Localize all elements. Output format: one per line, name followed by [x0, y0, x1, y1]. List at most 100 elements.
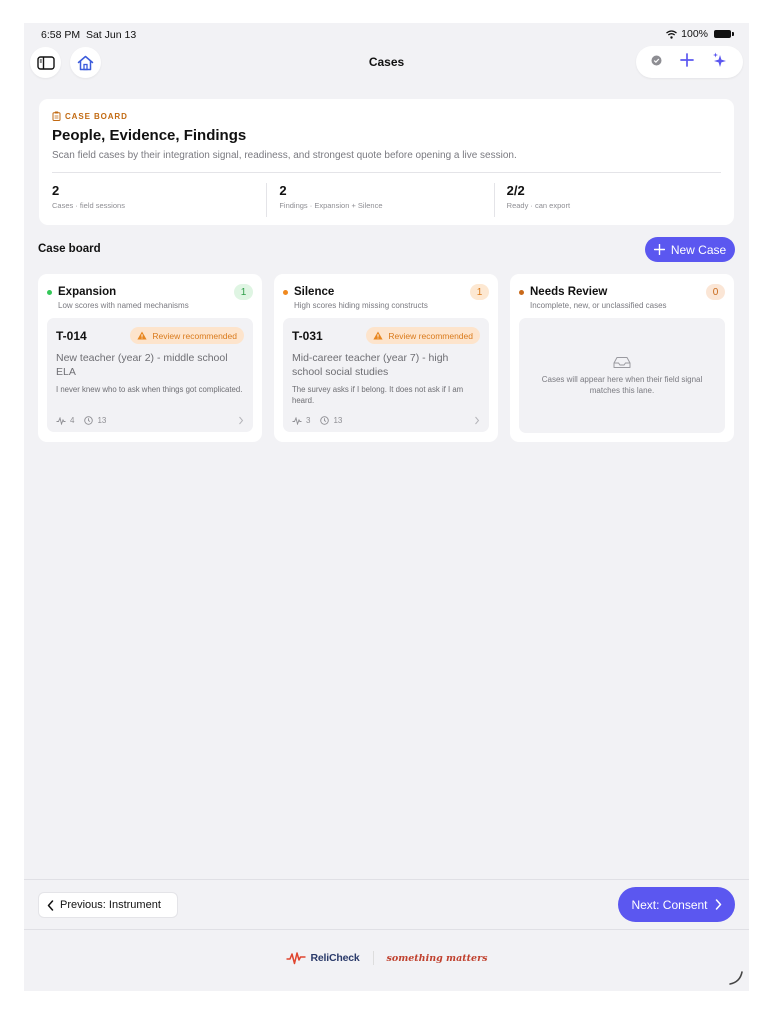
case-card[interactable]: T-014 Review recommended New teacher (ye…: [47, 318, 253, 432]
case-board-summary-card: CASE BOARD People, Evidence, Findings Sc…: [39, 99, 734, 225]
resize-handle-icon[interactable]: [728, 970, 744, 986]
previous-label: Previous: Instrument: [60, 899, 161, 911]
lane-subtitle: Low scores with named mechanisms: [58, 301, 189, 310]
review-badge: Review recommended: [366, 327, 480, 344]
stat-value: 2: [279, 183, 287, 198]
sparkles-icon: [713, 52, 726, 67]
lane-subtitle: High scores hiding missing constructs: [294, 301, 428, 310]
toolbar-actions: [636, 46, 743, 78]
ai-assist-button[interactable]: [712, 52, 728, 73]
plus-icon: [680, 52, 694, 67]
waveform-icon: [56, 416, 66, 425]
divider: [24, 879, 749, 880]
navigation-bar: Cases: [24, 45, 749, 81]
tray-icon: [613, 356, 631, 368]
clipboard-icon: [52, 111, 61, 121]
eyebrow-label: CASE BOARD: [65, 111, 128, 121]
status-date: Sat Jun 13: [85, 29, 137, 41]
chevron-right-icon: [715, 899, 721, 910]
case-id: T-014: [56, 328, 87, 343]
stat-label: Cases · field sessions: [52, 201, 125, 210]
chevron-right-icon: [239, 416, 244, 425]
review-badge-label: Review recommended: [388, 330, 473, 341]
case-meta: 4 13: [56, 416, 244, 425]
status-clock: 6:58 PM Sat Jun 13: [41, 29, 136, 41]
case-card[interactable]: T-031 Review recommended Mid-career teac…: [283, 318, 489, 432]
battery-icon: [714, 30, 734, 38]
case-quote: I never knew who to ask when things got …: [56, 385, 243, 394]
review-badge-label: Review recommended: [152, 330, 237, 341]
clock-icon: [84, 416, 94, 425]
status-check-icon: [651, 55, 662, 66]
case-header: T-031 Review recommended: [292, 327, 480, 344]
section-title: Case board: [38, 243, 101, 255]
lane-header: Needs Review 0: [519, 284, 725, 300]
lane-status-dot: [47, 289, 52, 295]
app-window: 6:58 PM Sat Jun 13 100% Cases CASE BOARD…: [24, 23, 749, 991]
brand-tagline: something matters: [386, 952, 488, 964]
case-id: T-031: [292, 328, 323, 343]
lane-silence: Silence 1 High scores hiding missing con…: [274, 274, 498, 442]
summary-stats: 2 Cases · field sessions 2 Findings · Ex…: [52, 183, 721, 217]
stat-findings: 2 Findings · Expansion + Silence: [266, 183, 493, 217]
brand-name: ReliCheck: [310, 952, 360, 964]
status-check-button[interactable]: [651, 53, 662, 71]
signal-count: 4: [70, 416, 75, 425]
relicheck-logo-icon: [286, 952, 306, 965]
new-case-button[interactable]: New Case: [645, 237, 735, 262]
next-button[interactable]: Next: Consent: [618, 887, 735, 922]
battery-percent: 100%: [681, 28, 708, 40]
brand-footer: ReliCheck something matters: [24, 951, 749, 965]
lane-title: Expansion: [58, 286, 117, 298]
lane-title: Needs Review: [530, 286, 608, 298]
case-title: Mid-career teacher (year 7) - high schoo…: [292, 352, 449, 378]
time-count: 13: [333, 416, 343, 425]
stat-cases: 2 Cases · field sessions: [52, 183, 266, 217]
status-indicators: 100%: [666, 28, 734, 40]
lane-title: Silence: [294, 286, 335, 298]
lane-header: Silence 1: [283, 284, 489, 300]
lane-status-dot: [519, 289, 524, 295]
case-quote: The survey asks if I belong. It does not…: [292, 385, 464, 405]
divider: [24, 929, 749, 930]
plus-icon: [653, 244, 665, 255]
lane-count-badge: 1: [470, 284, 489, 300]
time-count: 13: [97, 416, 107, 425]
empty-state: Cases will appear here when their field …: [519, 318, 725, 433]
case-header: T-014 Review recommended: [56, 327, 244, 344]
status-bar: 6:58 PM Sat Jun 13 100%: [24, 23, 749, 45]
lane-status-dot: [283, 289, 288, 295]
lane-subtitle: Incomplete, new, or unclassified cases: [530, 301, 667, 310]
chevron-left-icon: [47, 899, 54, 911]
empty-state-text: Cases will appear here when their field …: [541, 374, 703, 395]
wifi-icon: [666, 29, 678, 39]
case-title: New teacher (year 2) - middle school ELA: [56, 352, 228, 378]
divider: [52, 172, 721, 173]
warning-icon: [373, 331, 384, 340]
status-time: 6:58 PM: [41, 29, 81, 41]
eyebrow: CASE BOARD: [52, 111, 721, 121]
stat-value: 2: [52, 183, 60, 198]
stat-label: Ready · can export: [506, 201, 571, 210]
new-case-label: New Case: [670, 242, 727, 257]
lane-header: Expansion 1: [47, 284, 253, 300]
warning-icon: [137, 331, 148, 340]
stat-value: 2/2: [506, 183, 525, 198]
add-button[interactable]: [680, 52, 694, 72]
hero-subtitle: Scan field cases by their integration si…: [52, 150, 517, 161]
stat-ready: 2/2 Ready · can export: [493, 183, 721, 217]
signal-count: 3: [306, 416, 311, 425]
clock-icon: [320, 416, 330, 425]
hero-title: People, Evidence, Findings: [52, 127, 247, 144]
chevron-right-icon: [475, 416, 480, 425]
review-badge: Review recommended: [130, 327, 244, 344]
lane-count-badge: 1: [234, 284, 253, 300]
previous-button[interactable]: Previous: Instrument: [38, 892, 178, 918]
lane-count-badge: 0: [706, 284, 725, 300]
brand-separator: [372, 951, 374, 965]
stat-label: Findings · Expansion + Silence: [279, 201, 383, 210]
lane-needs-review: Needs Review 0 Incomplete, new, or uncla…: [510, 274, 734, 442]
lane-expansion: Expansion 1 Low scores with named mechan…: [38, 274, 262, 442]
waveform-icon: [292, 416, 302, 425]
next-label: Next: Consent: [631, 897, 708, 912]
